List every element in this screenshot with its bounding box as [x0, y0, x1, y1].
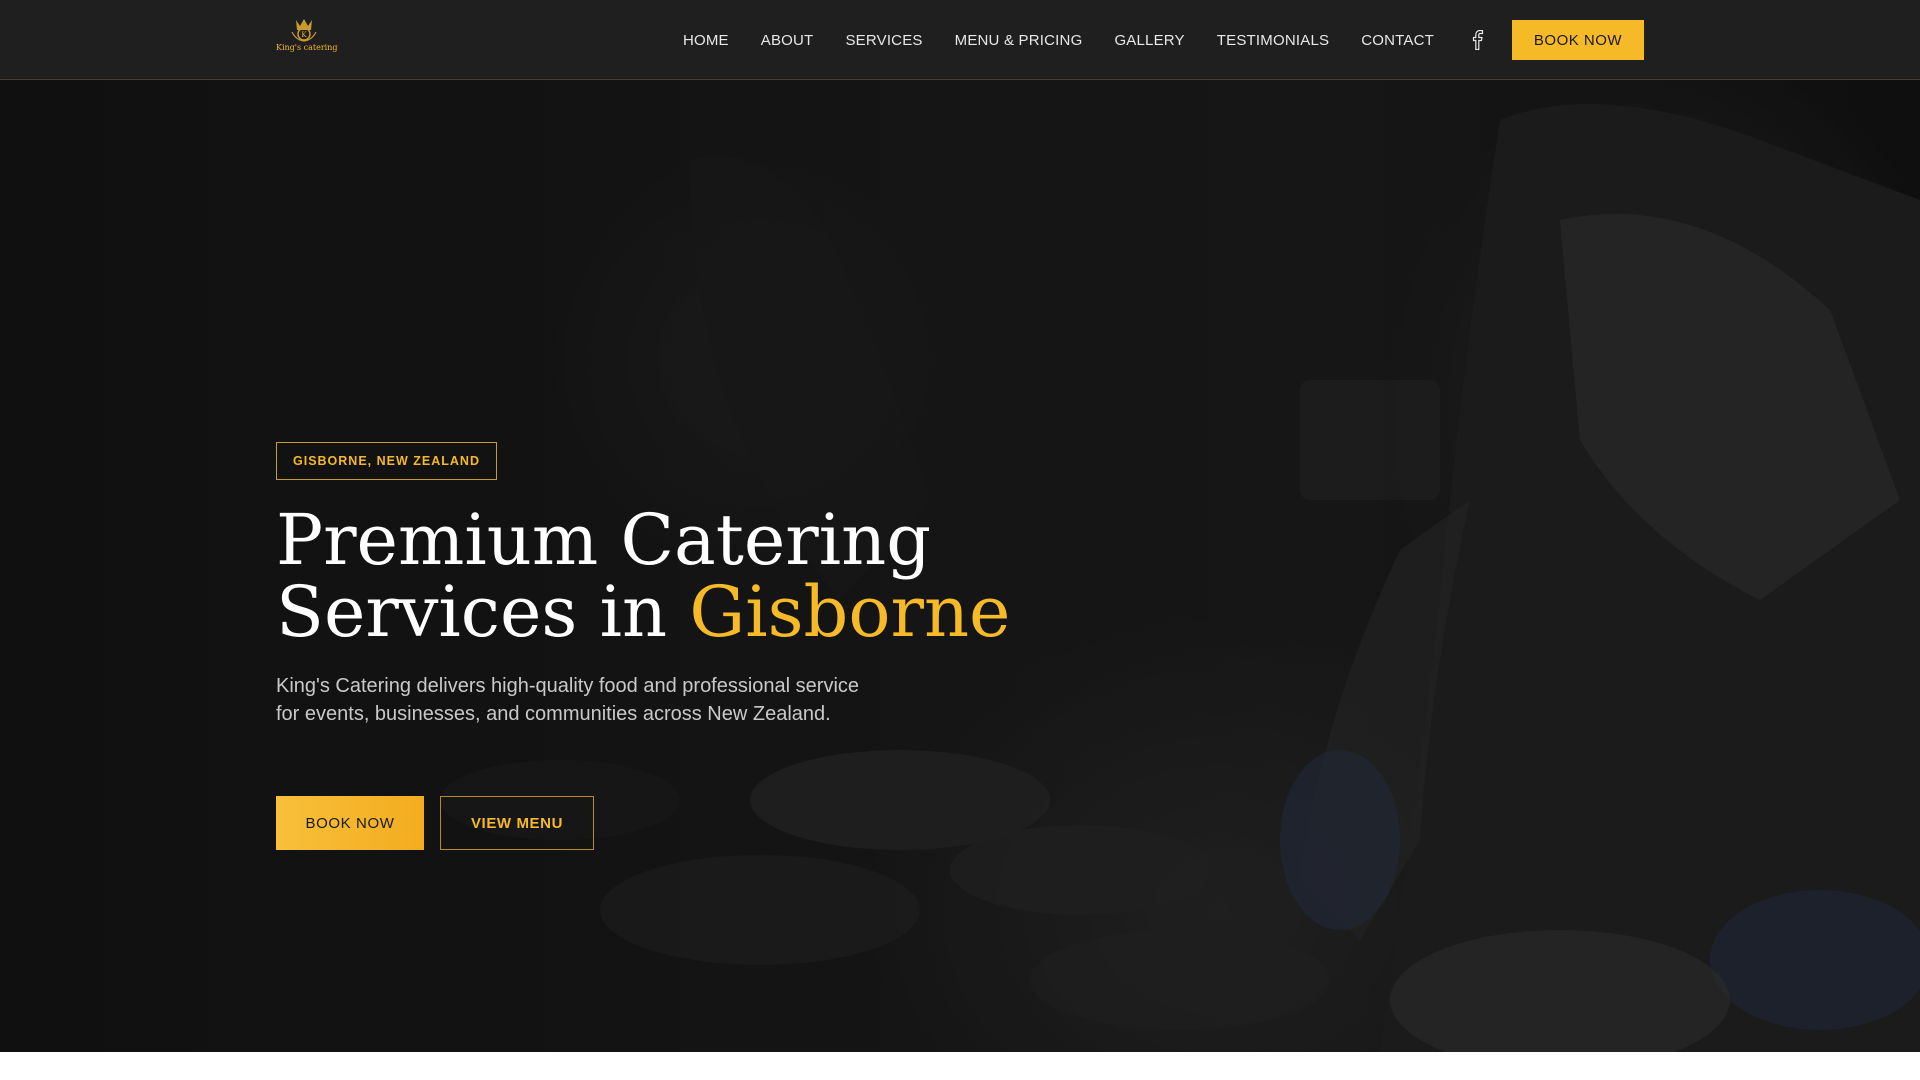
hero-section: GISBORNE, NEW ZEALAND Premium Catering S… [0, 80, 1920, 1052]
book-now-button[interactable]: BOOK NOW [276, 796, 424, 850]
facebook-icon[interactable] [1470, 30, 1486, 50]
nav-contact[interactable]: CONTACT [1361, 32, 1434, 49]
nav-book-now-button[interactable]: BOOK NOW [1512, 20, 1644, 60]
headline-line-2-prefix: Services in [276, 571, 690, 653]
svg-text:K: K [301, 31, 307, 39]
crown-logo-icon: K [291, 19, 317, 42]
headline-line-1: Premium Catering [276, 499, 932, 581]
nav-about[interactable]: ABOUT [761, 32, 814, 49]
nav-gallery[interactable]: GALLERY [1114, 32, 1184, 49]
hero-headline: Premium Catering Services in Gisborne [276, 504, 1036, 648]
nav-menu-pricing[interactable]: MENU & PRICING [955, 32, 1083, 49]
hero-description: King's Catering delivers high-quality fo… [276, 675, 860, 725]
nav-services[interactable]: SERVICES [845, 32, 922, 49]
top-navigation: K King's catering HOME ABOUT SERVICES ME… [0, 0, 1920, 80]
nav-testimonials[interactable]: TESTIMONIALS [1217, 32, 1329, 49]
kings-catering-logo[interactable]: K King's catering [276, 16, 338, 58]
nav-home[interactable]: HOME [683, 32, 729, 49]
headline-accent-word: Gisborne [689, 571, 1011, 653]
logo-wordmark: King's catering [276, 43, 338, 52]
main-menu: HOME ABOUT SERVICES MENU & PRICING GALLE… [683, 0, 1486, 80]
view-menu-button[interactable]: VIEW MENU [440, 796, 594, 850]
location-badge: GISBORNE, NEW ZEALAND [276, 442, 497, 480]
